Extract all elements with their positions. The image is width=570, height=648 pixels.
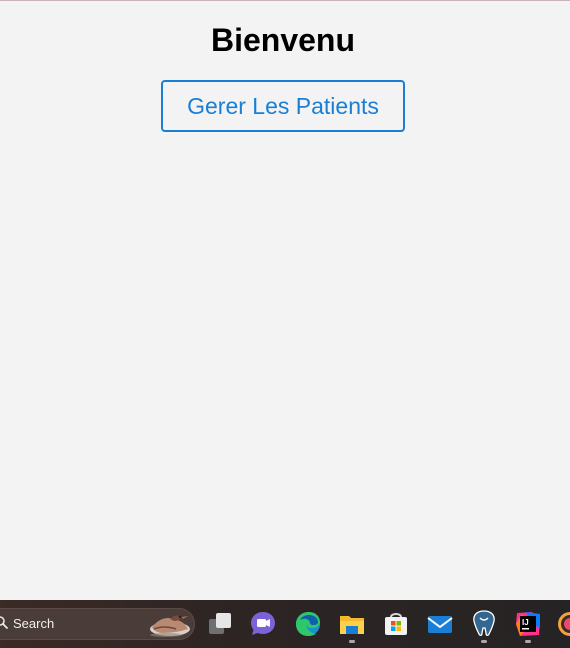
intellij-idea-icon[interactable]: IJ	[512, 608, 544, 640]
svg-text:IJ: IJ	[522, 618, 529, 627]
search-icon	[0, 616, 8, 629]
file-explorer-icon[interactable]	[336, 608, 368, 640]
running-indicator-pgadmin	[481, 640, 487, 643]
manage-patients-button[interactable]: Gerer Les Patients	[161, 80, 405, 132]
page-content: Bienvenu Gerer Les Patients	[0, 1, 570, 600]
task-view-icon[interactable]	[204, 608, 236, 640]
app-icon-partial[interactable]	[556, 608, 570, 640]
running-indicator-file-explorer	[349, 640, 355, 643]
pgadmin-icon[interactable]	[468, 608, 500, 640]
search-highlight-bird-icon	[150, 615, 190, 637]
microsoft-store-icon[interactable]	[380, 608, 412, 640]
edge-browser-icon[interactable]	[292, 608, 324, 640]
search-label: Search	[13, 616, 55, 631]
running-indicator-intellij	[525, 640, 531, 643]
page-title: Bienvenu	[210, 22, 356, 58]
teams-chat-icon[interactable]	[247, 608, 279, 640]
mail-icon[interactable]	[424, 608, 456, 640]
